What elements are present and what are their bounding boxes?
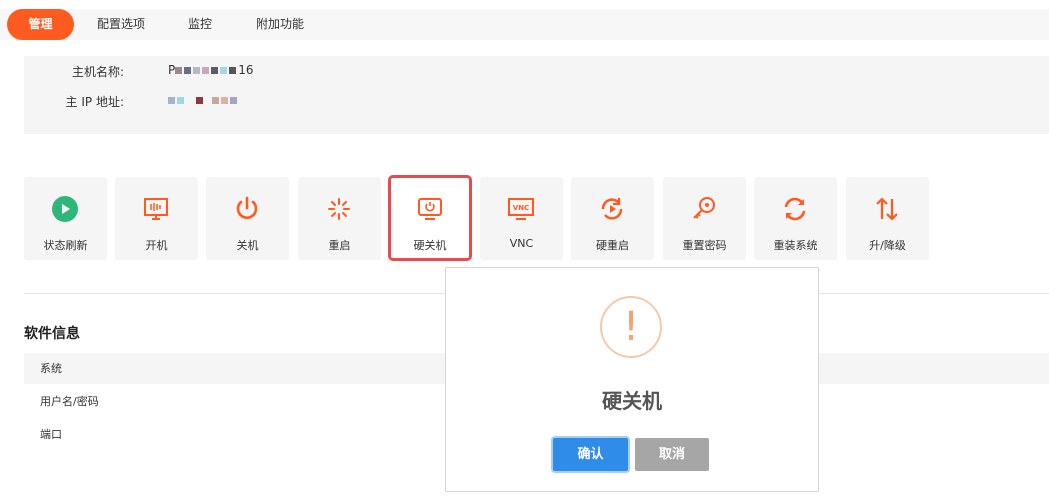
action-label: VNC <box>509 237 534 250</box>
upgrade-downgrade-button[interactable]: 升/降级 <box>846 177 929 260</box>
refresh-status-button[interactable]: 状态刷新 <box>24 177 107 260</box>
monitor-power-icon <box>418 198 442 220</box>
tab-bar: 管理 配置选项 监控 附加功能 <box>0 9 1049 40</box>
hard-shutdown-button[interactable]: 硬关机 <box>388 175 472 261</box>
vnc-icon: VNC <box>508 198 534 220</box>
shutdown-button[interactable]: 关机 <box>206 177 289 260</box>
action-label: 状态刷新 <box>43 239 88 252</box>
ip-value <box>168 93 239 107</box>
tab-monitor[interactable]: 监控 <box>176 9 224 40</box>
warning-icon: ! <box>600 296 662 358</box>
hostname-label: 主机名称: <box>71 65 124 79</box>
power-on-button[interactable]: 开机 <box>115 177 198 260</box>
action-label: 开机 <box>145 239 168 252</box>
tab-addons[interactable]: 附加功能 <box>246 9 314 40</box>
action-label: 重启 <box>328 239 351 252</box>
svg-text:VNC: VNC <box>513 204 529 212</box>
restart-button[interactable]: 重启 <box>298 177 381 260</box>
ip-label: 主 IP 地址: <box>65 95 124 109</box>
power-on-monitor-icon <box>144 198 168 220</box>
vnc-button[interactable]: VNC VNC <box>480 177 563 260</box>
hostname-suffix: 16 <box>238 63 254 77</box>
tab-manage[interactable]: 管理 <box>7 9 74 40</box>
reinstall-system-button[interactable]: 重装系统 <box>754 177 837 260</box>
action-label: 重置密码 <box>682 239 727 252</box>
power-icon <box>236 196 258 219</box>
tab-config-options[interactable]: 配置选项 <box>86 9 156 40</box>
action-label: 硬重启 <box>596 239 629 252</box>
dialog-title: 硬关机 <box>602 389 662 413</box>
software-info-title: 软件信息 <box>24 326 80 342</box>
action-label: 硬关机 <box>413 239 447 252</box>
confirm-button[interactable]: 确认 <box>553 438 628 471</box>
up-down-arrows-icon <box>876 197 898 221</box>
host-info-panel: 主机名称: P 16 主 IP 地址: <box>24 56 1049 134</box>
reinstall-icon <box>784 197 806 221</box>
action-label: 关机 <box>236 239 259 252</box>
hard-shutdown-confirm-dialog: ! 硬关机 确认 取消 <box>445 267 819 492</box>
row-label: 用户名/密码 <box>40 395 99 408</box>
cancel-button[interactable]: 取消 <box>635 438 709 471</box>
hostname-value: P 16 <box>168 63 254 77</box>
row-label: 系统 <box>40 362 62 375</box>
row-label: 端口 <box>40 428 62 441</box>
action-label: 重装系统 <box>773 239 818 252</box>
hostname-prefix: P <box>168 63 176 77</box>
loading-spinner-icon <box>328 198 350 220</box>
action-label: 升/降级 <box>869 239 906 252</box>
play-circle-icon <box>52 196 78 222</box>
hard-restart-button[interactable]: 硬重启 <box>571 177 654 260</box>
reset-password-button[interactable]: 重置密码 <box>663 177 746 260</box>
key-icon <box>693 197 715 219</box>
hard-restart-icon <box>601 198 623 220</box>
